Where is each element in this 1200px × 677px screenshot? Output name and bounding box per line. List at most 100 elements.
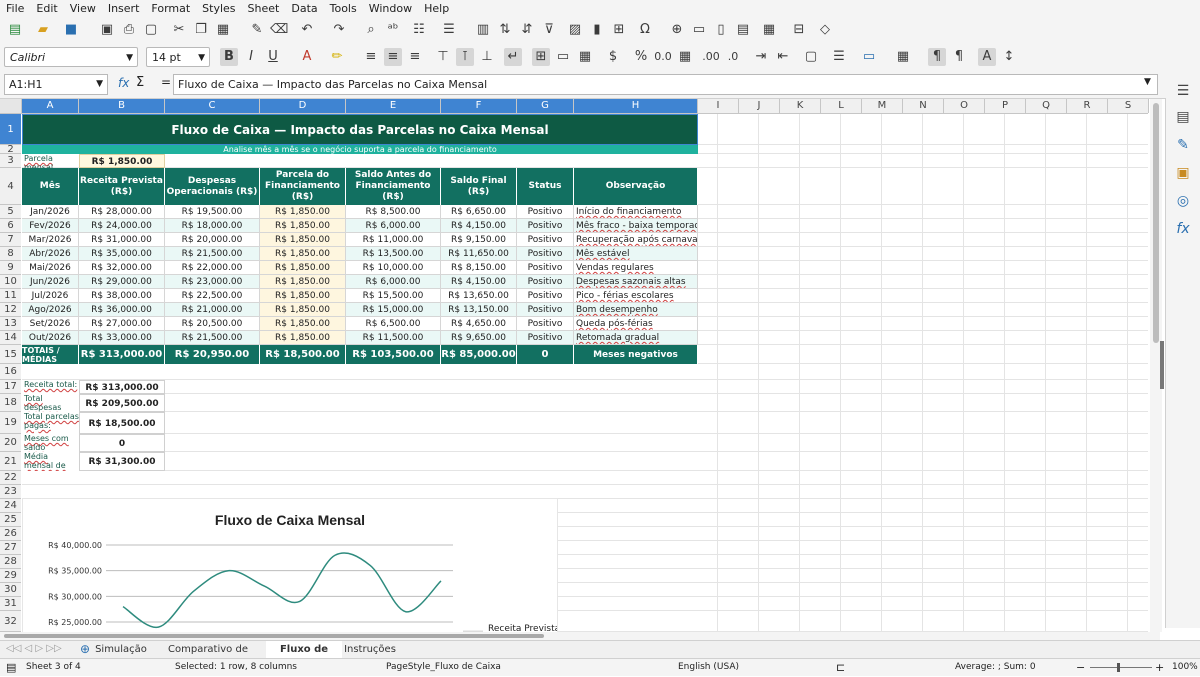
name-box[interactable]: A1:H1 ▼ xyxy=(4,74,108,95)
vertical-scroll-thumb[interactable] xyxy=(1153,103,1159,343)
table-cell[interactable]: R$ 4,650.00 xyxy=(441,317,517,331)
summary-label[interactable]: Média mensal de receita: xyxy=(22,452,79,471)
paste-icon[interactable]: ▦ xyxy=(214,21,232,39)
column-header-o[interactable]: O xyxy=(944,99,985,113)
table-cell[interactable]: R$ 21,500.00 xyxy=(165,247,260,261)
horizontal-scrollbar[interactable] xyxy=(0,632,1160,640)
table-cell[interactable]: R$ 35,000.00 xyxy=(79,247,165,261)
row-header-3[interactable]: 3 xyxy=(0,154,21,168)
zoom-slider[interactable] xyxy=(1090,667,1152,668)
freeze-rows-icon[interactable]: ▦ xyxy=(760,21,778,39)
table-cell[interactable]: R$ 13,150.00 xyxy=(441,303,517,317)
row-header-12[interactable]: 12 xyxy=(0,303,21,317)
row-icon[interactable]: ☷ xyxy=(410,21,428,39)
table-cell[interactable]: Recuperação após carnaval xyxy=(574,233,698,247)
highlight-color-icon[interactable]: ✏ xyxy=(328,48,346,66)
table-cell[interactable]: Positivo xyxy=(517,247,574,261)
summary-value[interactable]: R$ 209,500.00 xyxy=(79,394,165,412)
summary-value[interactable]: R$ 18,500.00 xyxy=(79,412,165,434)
selection-mode-icon[interactable]: ⊏ xyxy=(836,659,845,676)
table-cell[interactable]: Out/2026 xyxy=(22,331,79,345)
functions-icon[interactable]: fx xyxy=(1174,220,1192,238)
chevron-down-icon[interactable]: ▼ xyxy=(198,48,205,68)
table-cell[interactable]: Mês estável xyxy=(574,247,698,261)
bold-icon[interactable]: B xyxy=(220,48,238,66)
column-header-a[interactable]: A xyxy=(22,99,79,113)
find-replace-icon[interactable]: ⌕ xyxy=(362,21,380,39)
totals-cell[interactable]: 0 xyxy=(517,345,574,364)
table-cell[interactable]: R$ 31,000.00 xyxy=(79,233,165,247)
row-header-16[interactable]: 16 xyxy=(0,364,21,380)
totals-cell[interactable]: R$ 103,500.00 xyxy=(346,345,441,364)
menu-item-view[interactable]: View xyxy=(64,0,102,17)
column-header-d[interactable]: D xyxy=(260,99,346,113)
summary-value[interactable]: R$ 31,300.00 xyxy=(79,452,165,471)
table-cell[interactable]: R$ 28,000.00 xyxy=(79,205,165,219)
percent-format-icon[interactable]: % xyxy=(632,48,650,66)
tab-navigation-icon[interactable]: ◁◁ ◁ ▷ ▷▷ xyxy=(6,643,62,654)
table-cell[interactable]: Mês fraco - baixa temporada xyxy=(574,219,698,233)
column-header-g[interactable]: G xyxy=(517,99,574,113)
table-cell[interactable]: R$ 8,500.00 xyxy=(346,205,441,219)
summary-value[interactable]: R$ 313,000.00 xyxy=(79,380,165,394)
table-cell[interactable]: Jun/2026 xyxy=(22,275,79,289)
row-header-13[interactable]: 13 xyxy=(0,317,21,331)
underline-icon[interactable]: U xyxy=(264,48,282,66)
table-cell[interactable]: R$ 1,850.00 xyxy=(260,303,346,317)
special-character-icon[interactable]: Ω xyxy=(636,21,654,39)
column-header-q[interactable]: Q xyxy=(1026,99,1067,113)
table-cell[interactable]: Mar/2026 xyxy=(22,233,79,247)
menu-item-format[interactable]: Format xyxy=(145,0,196,17)
insert-image-icon[interactable]: ▨ xyxy=(566,21,584,39)
menu-item-insert[interactable]: Insert xyxy=(102,0,146,17)
row-header-21[interactable]: 21 xyxy=(0,452,21,471)
totals-cell[interactable]: R$ 20,950.00 xyxy=(165,345,260,364)
menu-item-help[interactable]: Help xyxy=(418,0,455,17)
column-header-n[interactable]: N xyxy=(903,99,944,113)
row-header-19[interactable]: 19 xyxy=(0,412,21,434)
param-value[interactable]: R$ 1,850.00 xyxy=(79,154,165,168)
table-cell[interactable]: Jul/2026 xyxy=(22,289,79,303)
redo-icon[interactable]: ↷ xyxy=(330,21,348,39)
menu-item-window[interactable]: Window xyxy=(363,0,418,17)
menu-icon[interactable]: ☰ xyxy=(1174,82,1192,100)
chevron-down-icon[interactable]: ▼ xyxy=(96,75,103,94)
table-cell[interactable]: Positivo xyxy=(517,331,574,345)
date-format-icon[interactable]: ▦ xyxy=(676,48,694,66)
select-all-corner[interactable] xyxy=(0,99,22,113)
table-cell[interactable]: R$ 24,000.00 xyxy=(79,219,165,233)
table-cell[interactable]: R$ 38,000.00 xyxy=(79,289,165,303)
row-header-22[interactable]: 22 xyxy=(0,471,21,485)
text-vertical-icon[interactable]: A xyxy=(978,48,996,66)
table-cell[interactable]: R$ 27,000.00 xyxy=(79,317,165,331)
status-page-style[interactable]: PageStyle_Fluxo de Caixa xyxy=(386,659,501,676)
tab-comparativo-de-cenarios[interactable]: Comparativo de Cenários xyxy=(150,641,266,673)
navigator-icon[interactable]: ◎ xyxy=(1174,192,1192,210)
table-cell[interactable]: R$ 1,850.00 xyxy=(260,289,346,303)
summary-label[interactable]: Meses com saldo negativo: xyxy=(22,434,79,452)
unmerge-cells-icon[interactable]: ▦ xyxy=(576,48,594,66)
row-header-31[interactable]: 31 xyxy=(0,597,21,611)
row-header-9[interactable]: 9 xyxy=(0,261,21,275)
vertical-scrollbar[interactable] xyxy=(1150,99,1164,632)
borders-icon[interactable]: ▢ xyxy=(802,48,820,66)
summary-label[interactable]: Total despesas operacionais: xyxy=(22,394,79,412)
menu-item-styles[interactable]: Styles xyxy=(196,0,241,17)
summary-value[interactable]: 0 xyxy=(79,434,165,452)
table-cell[interactable]: R$ 32,000.00 xyxy=(79,261,165,275)
properties-icon[interactable]: ▤ xyxy=(1174,108,1192,126)
menu-item-sheet[interactable]: Sheet xyxy=(242,0,286,17)
totals-cell[interactable]: R$ 18,500.00 xyxy=(260,345,346,364)
row-header-26[interactable]: 26 xyxy=(0,527,21,541)
row-header-18[interactable]: 18 xyxy=(0,394,21,412)
column-header-f[interactable]: F xyxy=(441,99,517,113)
table-cell[interactable]: R$ 8,150.00 xyxy=(441,261,517,275)
number-format-icon[interactable]: 0.0 xyxy=(654,48,672,66)
sort-ascending-icon[interactable]: ⇅ xyxy=(496,21,514,39)
column-header-s[interactable]: S xyxy=(1108,99,1149,113)
table-cell[interactable]: Positivo xyxy=(517,317,574,331)
table-cell[interactable]: R$ 6,000.00 xyxy=(346,219,441,233)
table-cell[interactable]: R$ 20,000.00 xyxy=(165,233,260,247)
table-cell[interactable]: R$ 21,500.00 xyxy=(165,331,260,345)
table-cell[interactable]: R$ 6,000.00 xyxy=(346,275,441,289)
